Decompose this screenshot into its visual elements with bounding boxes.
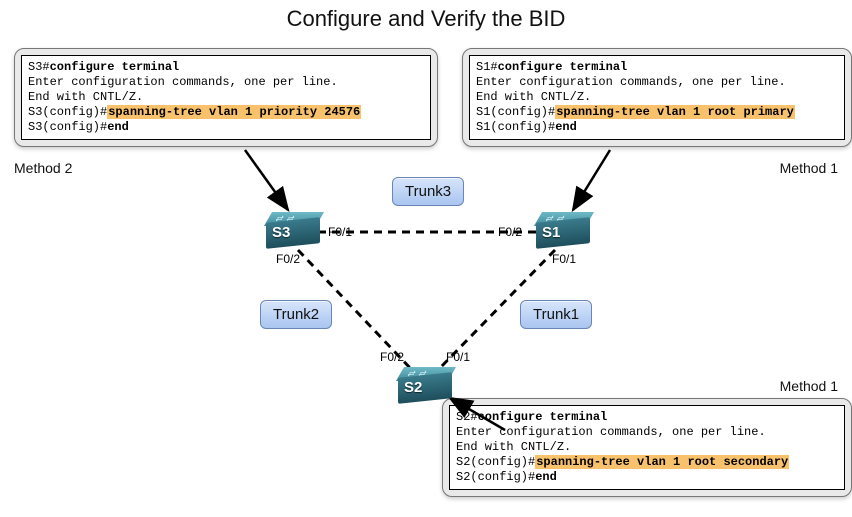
method-label-s2: Method 1 [780,378,838,394]
switch-s3: ⇄ ⇄ S3 [262,210,324,252]
switch-s2: ⇄ ⇄ S2 [394,365,456,407]
diagram-stage: Configure and Verify the BID S3#configur… [0,0,852,517]
highlight-s3-command: spanning-tree vlan 1 priority 24576 [107,105,361,119]
terminal-s1: S1#configure terminal Enter configuratio… [462,48,852,147]
terminal-s2: S2#configure terminal Enter configuratio… [442,398,852,497]
switch-s1-label: S1 [542,224,560,241]
port-s1-f02: F0/2 [498,225,522,239]
trunk3-label: Trunk3 [392,177,464,206]
port-s2-f02: F0/2 [380,350,404,364]
highlight-s1-command: spanning-tree vlan 1 root primary [555,105,795,119]
method-label-s1: Method 1 [780,160,838,176]
trunk1-label: Trunk1 [520,300,592,329]
terminal-s1-content: S1#configure terminal Enter configuratio… [469,55,845,140]
switch-s2-label: S2 [404,379,422,396]
switch-s3-label: S3 [272,224,290,241]
terminal-s3: S3#configure terminal Enter configuratio… [14,48,438,147]
port-s3-f02: F0/2 [276,252,300,266]
trunk2-label: Trunk2 [260,300,332,329]
method-label-s3: Method 2 [14,160,72,176]
port-s1-f01: F0/1 [552,252,576,266]
terminal-s2-content: S2#configure terminal Enter configuratio… [449,405,845,490]
port-s3-f01: F0/1 [328,225,352,239]
port-s2-f01: F0/1 [446,350,470,364]
terminal-s3-content: S3#configure terminal Enter configuratio… [21,55,431,140]
switch-s1: ⇄ ⇄ S1 [532,210,594,252]
page-title: Configure and Verify the BID [0,6,852,32]
highlight-s2-command: spanning-tree vlan 1 root secondary [535,455,789,469]
